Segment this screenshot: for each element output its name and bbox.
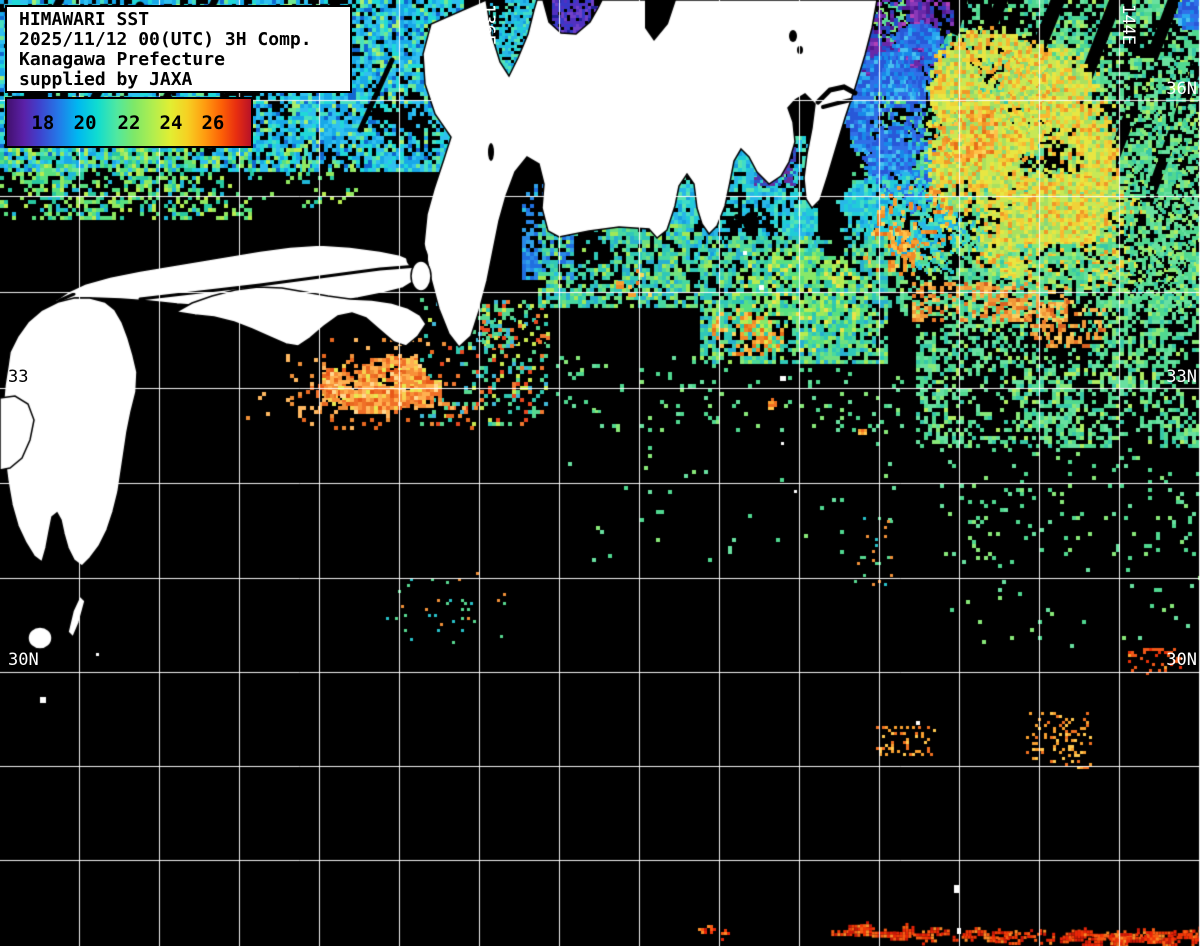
sst-map-canvas [0,0,1200,946]
sst-map-stage: 136E 144E 36N 33N 33 30N 30N HIMAWARI SS… [0,0,1200,946]
